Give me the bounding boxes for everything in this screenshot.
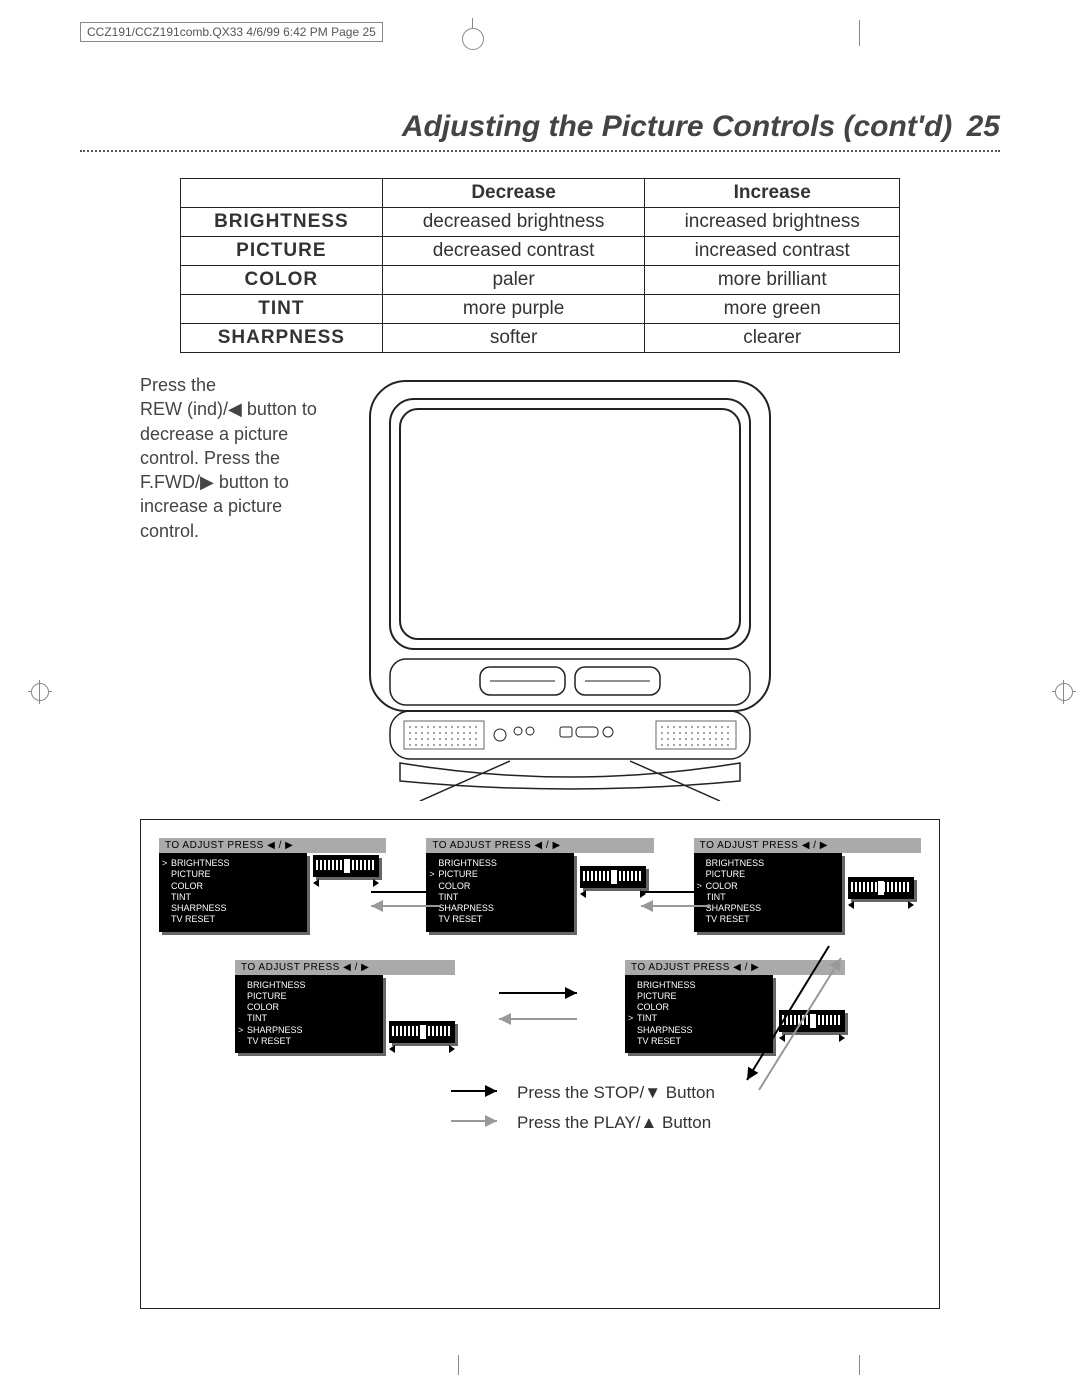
osd-panel-brightness: TO ADJUST PRESS ◀ / ▶ BRIGHTNESS PICTURE… — [159, 838, 386, 932]
osd-item: PICTURE — [438, 869, 568, 880]
osd-item: COLOR — [706, 881, 836, 892]
osd-item: SHARPNESS — [438, 903, 568, 914]
osd-item: COLOR — [438, 881, 568, 892]
osd-slider — [848, 853, 914, 909]
row-label: BRIGHTNESS — [181, 208, 383, 237]
table-row: PICTURE decreased contrast increased con… — [181, 237, 900, 266]
flow-arrow-diagonal — [729, 940, 849, 1100]
osd-item: TINT — [171, 892, 301, 903]
osd-header-text: TO ADJUST PRESS ◀ / ▶ — [241, 962, 369, 973]
osd-item: SHARPNESS — [171, 903, 301, 914]
osd-slider — [580, 853, 646, 898]
osd-item: TV RESET — [171, 914, 301, 925]
osd-panel-color: TO ADJUST PRESS ◀ / ▶ BRIGHTNESS PICTURE… — [694, 838, 921, 932]
cell: more green — [645, 295, 900, 324]
osd-item: PICTURE — [706, 869, 836, 880]
tv-illustration — [360, 371, 780, 801]
flow-arrows-center — [495, 984, 585, 1028]
page-title: Adjusting the Picture Controls (cont'd) — [402, 110, 952, 143]
osd-item: COLOR — [247, 1002, 377, 1013]
osd-item: BRIGHTNESS — [438, 858, 568, 869]
crop-mark-top — [458, 18, 488, 48]
triangle-left-icon — [580, 890, 586, 898]
instruction-text: Press the REW (ind)/◀ button to decrease… — [140, 371, 340, 543]
row-label: COLOR — [181, 266, 383, 295]
legend-stop: Press the STOP/▼ Button — [517, 1083, 715, 1103]
arrow-black-icon — [449, 1083, 503, 1103]
cell: more brilliant — [645, 266, 900, 295]
controls-table: Decrease Increase BRIGHTNESS decreased b… — [180, 178, 900, 353]
triangle-right-icon — [373, 879, 379, 887]
osd-item: SHARPNESS — [706, 903, 836, 914]
osd-header: TO ADJUST PRESS ◀ / ▶ — [694, 838, 921, 853]
arrow-grey-icon — [449, 1113, 503, 1133]
legend: Press the STOP/▼ Button Press the PLAY/▲… — [449, 1083, 921, 1133]
triangle-left-icon — [389, 1045, 395, 1053]
osd-panel-picture: TO ADJUST PRESS ◀ / ▶ BRIGHTNESS PICTURE… — [426, 838, 653, 932]
cell: increased brightness — [645, 208, 900, 237]
row-label: SHARPNESS — [181, 324, 383, 353]
triangle-left-icon — [848, 901, 854, 909]
osd-item: BRIGHTNESS — [247, 980, 377, 991]
instruction-line: F.FWD/▶ button to increase a picture con… — [140, 472, 289, 541]
cell: softer — [382, 324, 645, 353]
instruction-line: Press the — [140, 375, 216, 395]
title-rule — [80, 150, 1000, 152]
osd-slider — [313, 853, 379, 887]
triangle-right-icon — [449, 1045, 455, 1053]
osd-item: TINT — [247, 1013, 377, 1024]
cell: increased contrast — [645, 237, 900, 266]
cell: clearer — [645, 324, 900, 353]
crop-tick-bottom-right — [859, 1355, 860, 1375]
osd-flow-diagram: TO ADJUST PRESS ◀ / ▶ BRIGHTNESS PICTURE… — [140, 819, 940, 1309]
th-increase: Increase — [645, 179, 900, 208]
print-slug: CCZ191/CCZ191comb.QX33 4/6/99 6:42 PM Pa… — [80, 22, 383, 42]
crop-tick-top-right — [859, 20, 860, 46]
triangle-left-icon — [313, 879, 319, 887]
osd-item: PICTURE — [247, 991, 377, 1002]
osd-item: TV RESET — [247, 1036, 377, 1047]
th-blank — [181, 179, 383, 208]
osd-header: TO ADJUST PRESS ◀ / ▶ — [426, 838, 653, 853]
osd-header: TO ADJUST PRESS ◀ / ▶ — [235, 960, 455, 975]
row-label: TINT — [181, 295, 383, 324]
osd-item: COLOR — [171, 881, 301, 892]
osd-item: TINT — [438, 892, 568, 903]
page-number: 25 — [967, 110, 1000, 143]
osd-header-text: TO ADJUST PRESS ◀ / ▶ — [700, 840, 828, 851]
cell: paler — [382, 266, 645, 295]
legend-play: Press the PLAY/▲ Button — [517, 1113, 711, 1133]
osd-item: TV RESET — [438, 914, 568, 925]
osd-item: BRIGHTNESS — [706, 858, 836, 869]
cell: more purple — [382, 295, 645, 324]
triangle-right-icon — [640, 890, 646, 898]
osd-slider — [389, 975, 455, 1053]
osd-panel-sharpness: TO ADJUST PRESS ◀ / ▶ BRIGHTNESS PICTURE… — [235, 960, 455, 1054]
triangle-right-icon — [908, 901, 914, 909]
table-row: BRIGHTNESS decreased brightness increase… — [181, 208, 900, 237]
th-decrease: Decrease — [382, 179, 645, 208]
table-row: SHARPNESS softer clearer — [181, 324, 900, 353]
table-row: TINT more purple more green — [181, 295, 900, 324]
table-row: COLOR paler more brilliant — [181, 266, 900, 295]
osd-item: TV RESET — [706, 914, 836, 925]
osd-item: BRIGHTNESS — [171, 858, 301, 869]
osd-header-text: TO ADJUST PRESS ◀ / ▶ — [165, 840, 293, 851]
osd-item: TINT — [706, 892, 836, 903]
osd-header-text: TO ADJUST PRESS ◀ / ▶ — [432, 840, 560, 851]
crop-tick-bottom-left — [458, 1355, 459, 1375]
osd-header: TO ADJUST PRESS ◀ / ▶ — [159, 838, 386, 853]
print-slug-text: CCZ191/CCZ191comb.QX33 4/6/99 6:42 PM Pa… — [80, 22, 383, 42]
instruction-line: REW (ind)/◀ button to decrease a picture… — [140, 399, 317, 468]
osd-item: PICTURE — [171, 869, 301, 880]
row-label: PICTURE — [181, 237, 383, 266]
osd-item: SHARPNESS — [247, 1025, 377, 1036]
cell: decreased brightness — [382, 208, 645, 237]
cell: decreased contrast — [382, 237, 645, 266]
